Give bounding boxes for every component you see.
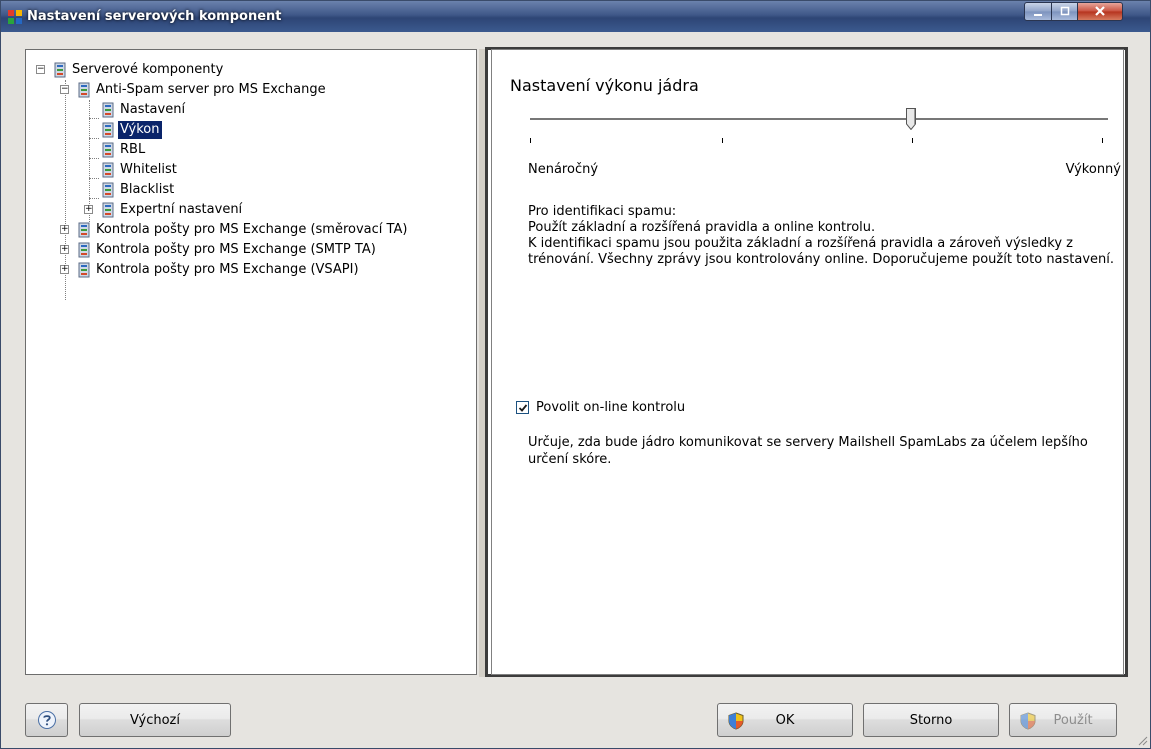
minimize-icon [1034, 14, 1042, 16]
online-check-checkbox[interactable] [516, 401, 529, 414]
slider-tick [912, 138, 913, 143]
component-tree[interactable]: − Serverové komponenty − Anti-Spam serve… [25, 49, 477, 675]
help-button[interactable] [25, 703, 68, 737]
slider-tick [1102, 138, 1103, 143]
checkmark-icon [518, 404, 528, 412]
description-line: Pro identifikaci spamu: [528, 204, 677, 219]
settings-node-icon [102, 202, 114, 218]
resize-grip-icon[interactable] [1136, 734, 1148, 746]
tree-item-label: Kontrola pošty pro MS Exchange (SMTP TA) [96, 242, 376, 257]
server-component-icon [78, 222, 90, 238]
settings-node-icon [102, 162, 114, 178]
tree-item-label: Kontrola pošty pro MS Exchange (VSAPI) [96, 262, 359, 277]
online-check-note: Určuje, zda bude jádro komunikovat se se… [528, 435, 1088, 467]
settings-window: Nastavení serverových komponent − Server… [0, 0, 1151, 749]
close-button[interactable] [1077, 2, 1123, 21]
default-button[interactable]: Výchozí [79, 703, 231, 737]
tree-item-label: Nastavení [120, 102, 186, 117]
tree-item-label: RBL [120, 142, 146, 157]
tree-connector [89, 158, 99, 159]
tree-connector [89, 198, 99, 199]
tree-item-label: Blacklist [120, 182, 175, 197]
cancel-button[interactable]: Storno [863, 703, 999, 737]
maximize-icon [1060, 6, 1069, 16]
apply-button[interactable]: Použít [1009, 703, 1117, 737]
settings-node-icon [102, 122, 114, 138]
tree-item-label: Kontrola pošty pro MS Exchange (směrovac… [96, 222, 408, 237]
maximize-button[interactable] [1051, 2, 1078, 21]
tree-item-label: Whitelist [120, 162, 177, 177]
settings-node-icon [102, 142, 114, 158]
close-icon [1095, 6, 1105, 16]
server-component-icon [54, 62, 66, 78]
ok-button[interactable]: OK [717, 703, 853, 737]
expand-icon[interactable]: + [84, 205, 93, 214]
title-bar[interactable]: Nastavení serverových komponent [1, 1, 1150, 32]
tree-item-label: Expertní nastavení [120, 202, 243, 217]
cancel-button-label: Storno [909, 713, 953, 728]
performance-slider-thumb[interactable] [906, 108, 916, 130]
tree-item-label-selected: Výkon [118, 121, 162, 139]
slider-tick [722, 138, 723, 143]
description-line: K identifikaci spamu jsou použita základ… [528, 236, 1115, 267]
settings-panel: Nastavení výkonu jádra Nenáročný Výkonný… [491, 49, 1124, 675]
server-component-icon [78, 82, 90, 98]
settings-node-icon [102, 102, 114, 118]
tree-connector [89, 138, 99, 139]
window-title: Nastavení serverových komponent [27, 9, 282, 24]
performance-description: Pro identifikaci spamu: Použít základní … [528, 204, 1118, 268]
tree-connector [89, 118, 99, 119]
ok-button-label: OK [775, 713, 795, 728]
expand-icon[interactable]: + [60, 225, 69, 234]
server-component-icon [78, 242, 90, 258]
minimize-button[interactable] [1024, 2, 1052, 21]
help-icon [38, 711, 56, 729]
tree-item-label: Anti-Spam server pro MS Exchange [96, 82, 326, 97]
slider-min-label: Nenáročný [528, 162, 599, 177]
default-button-label: Výchozí [129, 713, 180, 728]
settings-node-icon [102, 182, 114, 198]
panel-heading: Nastavení výkonu jádra [510, 76, 699, 95]
online-check-label: Povolit on-line kontrolu [536, 400, 686, 415]
tree-connector [89, 178, 99, 179]
description-line: Použít základní a rozšířená pravidla a o… [528, 220, 876, 235]
collapse-icon[interactable]: − [60, 85, 69, 94]
performance-slider-track[interactable] [530, 118, 1108, 121]
collapse-icon[interactable]: − [36, 65, 45, 74]
expand-icon[interactable]: + [60, 245, 69, 254]
expand-icon[interactable]: + [60, 265, 69, 274]
avg-logo-icon [8, 10, 22, 24]
slider-max-label: Výkonný [1065, 162, 1121, 177]
slider-tick [530, 138, 531, 143]
apply-button-label: Použít [1053, 713, 1093, 728]
tree-item-label: Serverové komponenty [72, 62, 224, 77]
server-component-icon [78, 262, 90, 278]
